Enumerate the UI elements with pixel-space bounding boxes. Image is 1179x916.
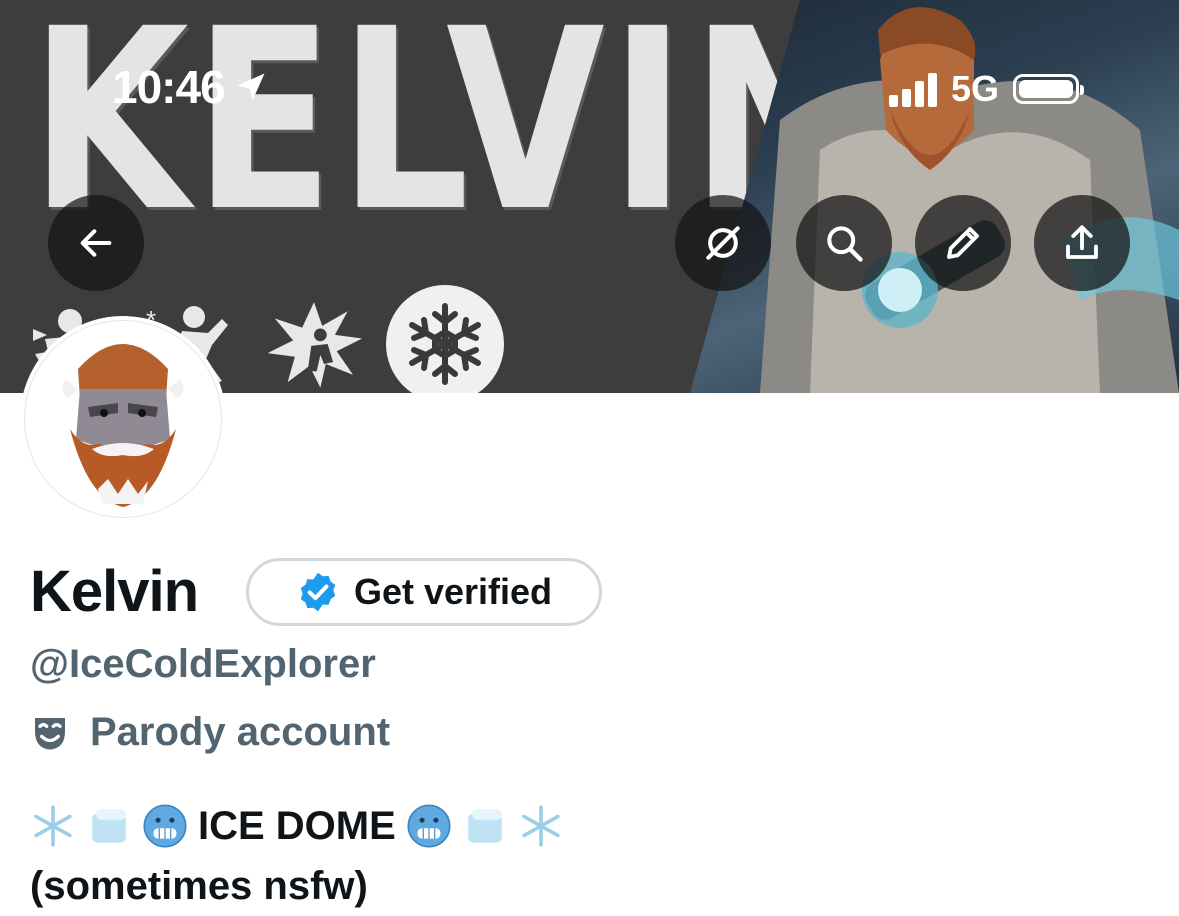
cold-face-emoji-icon [142, 803, 188, 849]
arrow-left-icon [80, 229, 112, 257]
bio-line-1-text: ICE DOME [198, 804, 396, 848]
bio-line-2: (sometimes nsfw) [30, 864, 368, 908]
search-icon [827, 226, 863, 262]
edit-button[interactable] [915, 195, 1011, 291]
ability-burst-icon [264, 294, 364, 393]
profile-avatar[interactable] [24, 320, 222, 518]
share-button[interactable] [1034, 195, 1130, 291]
status-bar-indicators: 5G [888, 68, 1084, 110]
profile-banner[interactable]: KELVIN ** [0, 0, 1179, 393]
clock-text: 10:46 [112, 61, 226, 113]
snowflake-icon [386, 285, 504, 393]
battery-icon [1013, 74, 1084, 104]
parody-account-text: Parody account [90, 710, 391, 754]
cold-face-emoji-icon [406, 803, 452, 849]
profile-display-name: Kelvin [30, 559, 199, 624]
pencil-icon [947, 227, 979, 259]
snowflake-emoji-icon [518, 803, 564, 849]
location-arrow-icon [237, 73, 265, 101]
theater-mask-icon [35, 717, 65, 750]
ice-cube-emoji-icon [86, 803, 132, 849]
hide-replies-button[interactable] [675, 195, 771, 291]
get-verified-button[interactable]: Get verified [246, 558, 602, 626]
network-type: 5G [950, 68, 999, 109]
snowflake-emoji-icon [30, 803, 76, 849]
verified-badge-icon [300, 572, 336, 612]
eye-slash-icon [706, 226, 740, 260]
kelvin-avatar-image [62, 344, 184, 507]
bio-line-1: ICE DOME [30, 796, 564, 856]
profile-handle: @IceColdExplorer [30, 642, 376, 686]
share-icon [1066, 225, 1098, 259]
back-button[interactable] [48, 195, 144, 291]
ice-cube-emoji-icon [462, 803, 508, 849]
search-button[interactable] [796, 195, 892, 291]
profile-bio: ICE DOME (sometimes nsfw) [30, 796, 564, 916]
cellular-signal-icon [888, 71, 937, 107]
status-bar-time: 10:46 [112, 60, 269, 114]
get-verified-label: Get verified [353, 571, 553, 612]
parody-account-label: Parody account [30, 710, 390, 755]
